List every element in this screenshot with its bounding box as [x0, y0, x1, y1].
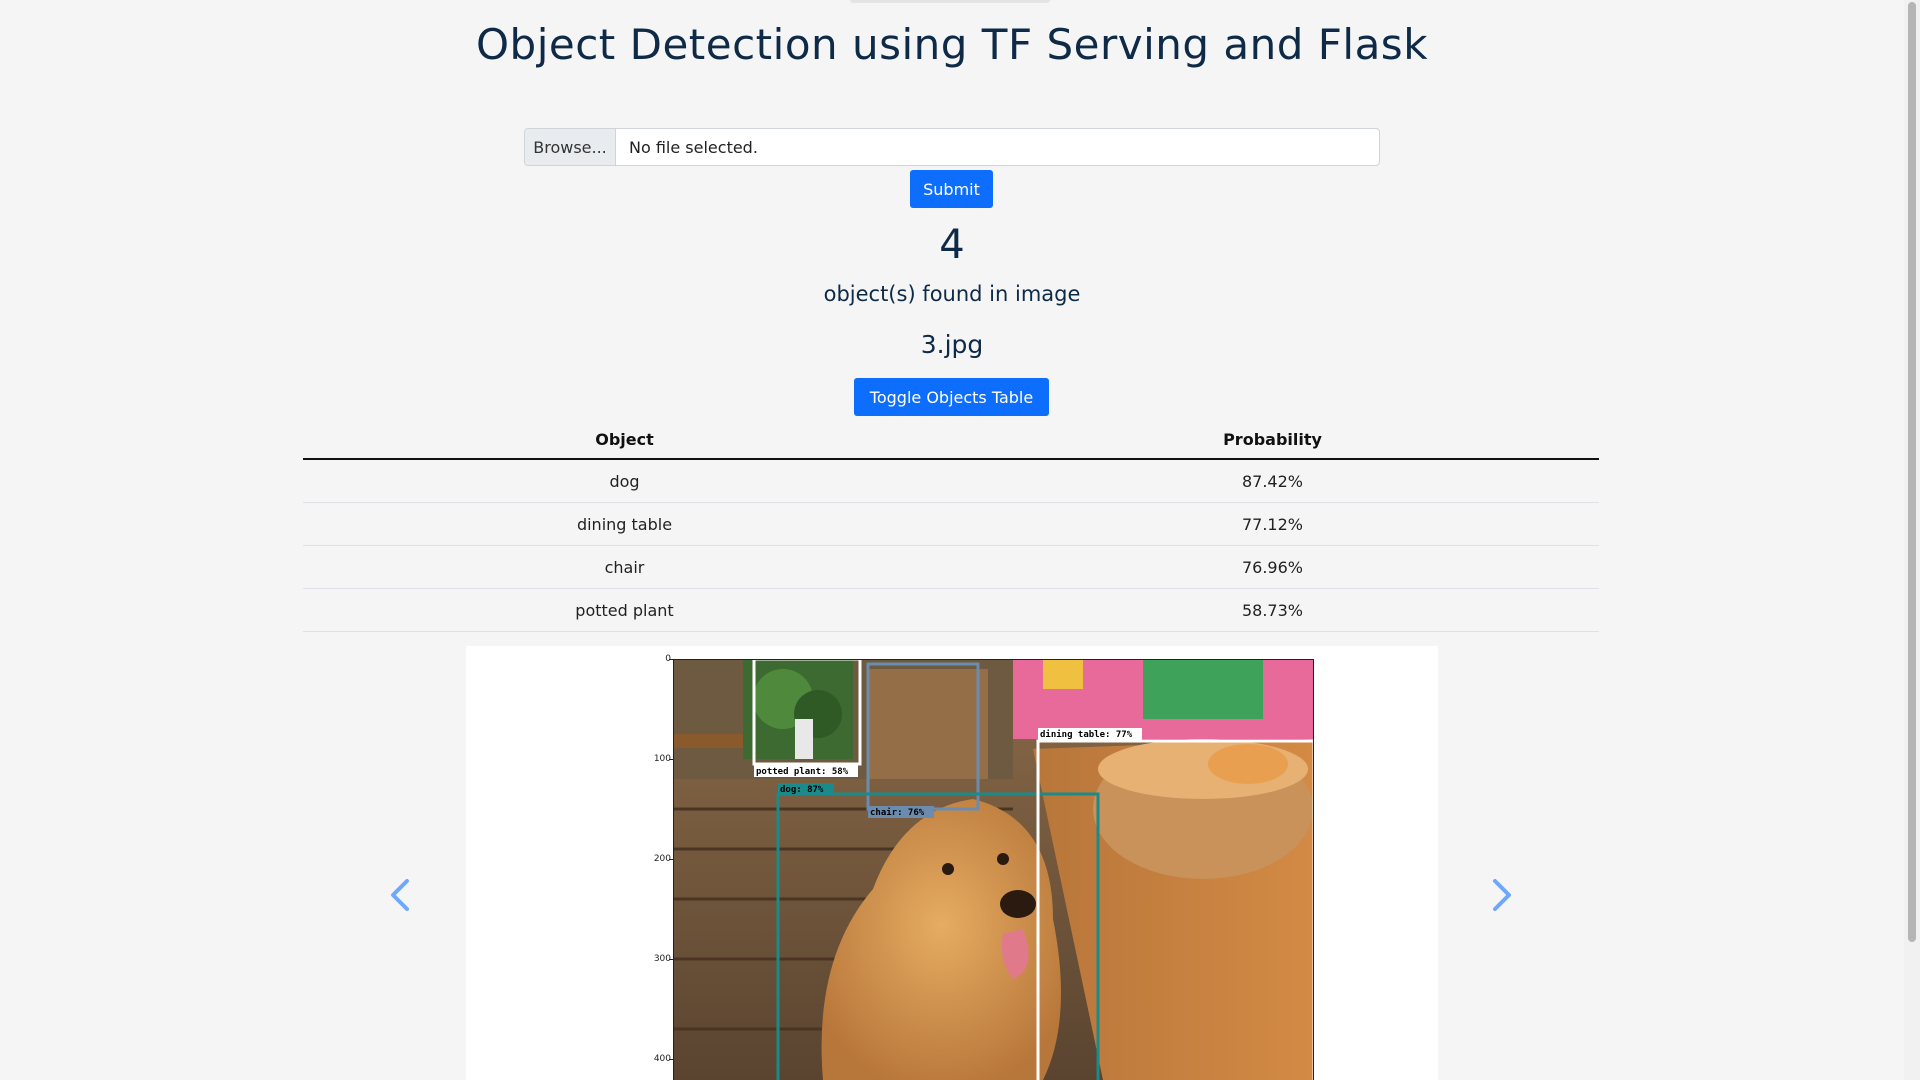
object-name-cell: dog	[303, 459, 946, 503]
detection-plot: 0 100 200 300 400 potted plant: 58% dog:…	[631, 654, 1316, 1080]
y-axis: 0 100 200 300 400	[631, 654, 671, 1080]
chevron-left-icon	[391, 879, 409, 911]
detection-label-potted-plant: potted plant: 58%	[756, 767, 849, 777]
table-row: dog 87.42%	[303, 459, 1599, 503]
object-name-cell: potted plant	[303, 588, 946, 632]
browse-button[interactable]: Browse...	[525, 129, 616, 165]
detection-image: potted plant: 58% dog: 87% chair: 76% di…	[669, 657, 1316, 1080]
top-notch	[850, 0, 1050, 3]
table-header-row: Object Probability	[303, 420, 1599, 460]
objects-table: Object Probability dog 87.42% dining tab…	[303, 420, 1599, 632]
table-row: chair 76.96%	[303, 545, 1599, 589]
file-input[interactable]: Browse... No file selected.	[524, 128, 1380, 166]
column-header-probability: Probability	[946, 420, 1599, 460]
probability-cell: 58.73%	[946, 588, 1599, 632]
result-image-carousel: 0 100 200 300 400 potted plant: 58% dog:…	[466, 646, 1438, 1080]
probability-cell: 77.12%	[946, 502, 1599, 546]
object-count: 4	[939, 222, 965, 268]
y-tick-label: 300	[653, 954, 671, 964]
toggle-objects-table-button[interactable]: Toggle Objects Table	[854, 378, 1049, 416]
image-filename: 3.jpg	[920, 330, 984, 359]
page-title: Object Detection using TF Serving and Fl…	[475, 20, 1429, 69]
submit-button[interactable]: Submit	[910, 170, 993, 208]
detection-label-chair: chair: 76%	[870, 807, 925, 818]
object-name-cell: chair	[303, 545, 946, 589]
scrollbar-thumb[interactable]	[1908, 2, 1916, 942]
probability-cell: 76.96%	[946, 545, 1599, 589]
page-scrollbar[interactable]	[1904, 0, 1920, 1080]
y-tick-label: 100	[653, 754, 671, 764]
object-count-label: object(s) found in image	[823, 282, 1081, 306]
detection-label-dog: dog: 87%	[780, 785, 824, 795]
photo	[673, 659, 1314, 1080]
column-header-object: Object	[303, 420, 946, 460]
carousel-prev-button[interactable]	[380, 870, 420, 920]
object-name-cell: dining table	[303, 502, 946, 546]
table-row: dining table 77.12%	[303, 502, 1599, 546]
probability-cell: 87.42%	[946, 459, 1599, 503]
carousel-next-button[interactable]	[1482, 870, 1522, 920]
page: Object Detection using TF Serving and Fl…	[0, 0, 1920, 1080]
file-status-text: No file selected.	[629, 137, 758, 157]
chevron-right-icon	[1493, 879, 1511, 911]
y-tick-label: 400	[653, 1054, 671, 1064]
table-row: potted plant 58.73%	[303, 588, 1599, 632]
detection-label-dining-table: dining table: 77%	[1040, 729, 1133, 740]
y-tick-label: 200	[653, 854, 671, 864]
